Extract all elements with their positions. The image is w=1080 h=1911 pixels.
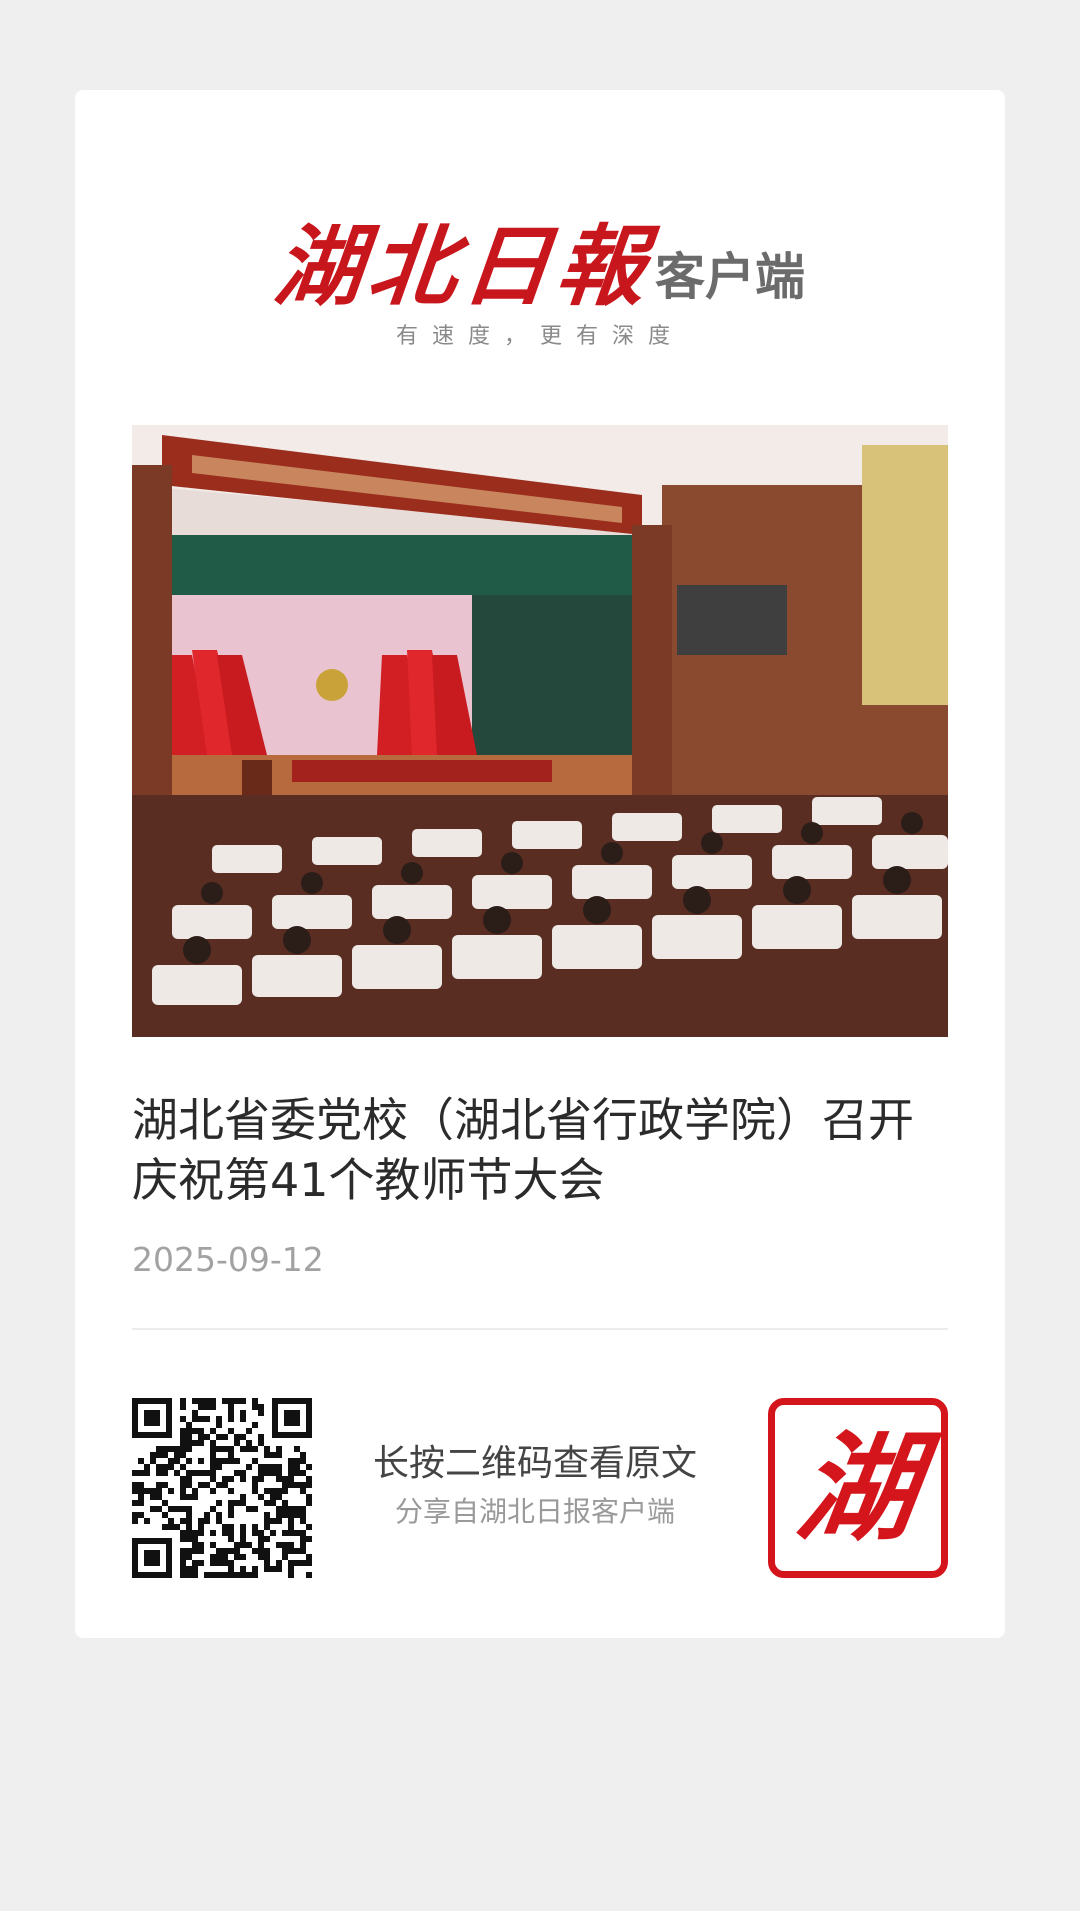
masthead-logo: 湖北日報 客户端 <box>75 200 1005 318</box>
seal-char: 湖 <box>789 1418 927 1557</box>
brand-name: 湖北日報 <box>269 214 657 318</box>
qr-code-graphic <box>132 1398 312 1578</box>
article-photo <box>132 425 948 1037</box>
hubei-seal-logo: 湖 <box>768 1398 948 1578</box>
conference-hall-photo <box>132 425 948 1037</box>
masthead: 湖北日報 客户端 有速度，更有深度 <box>75 90 1005 390</box>
divider <box>132 1328 948 1330</box>
brand-suffix: 客户端 <box>655 247 805 306</box>
qr-code-icon[interactable] <box>132 1398 312 1578</box>
slogan: 有速度，更有深度 <box>395 324 684 349</box>
share-cta: 长按二维码查看原文 分享自湖北日报客户端 <box>310 1440 760 1532</box>
cta-sub: 分享自湖北日报客户端 <box>394 1495 675 1528</box>
cta-main: 长按二维码查看原文 <box>372 1443 697 1484</box>
article-title: 湖北省委党校（湖北省行政学院）召开庆祝第41个教师节大会 <box>132 1093 914 1207</box>
article-date: 2025-09-12 <box>132 1240 324 1279</box>
seal-inner: 湖 <box>782 1412 934 1564</box>
share-card: 湖北日報 客户端 有速度，更有深度 湖北省委党校（湖北省行政学院）召开庆祝第41… <box>75 90 1005 1638</box>
